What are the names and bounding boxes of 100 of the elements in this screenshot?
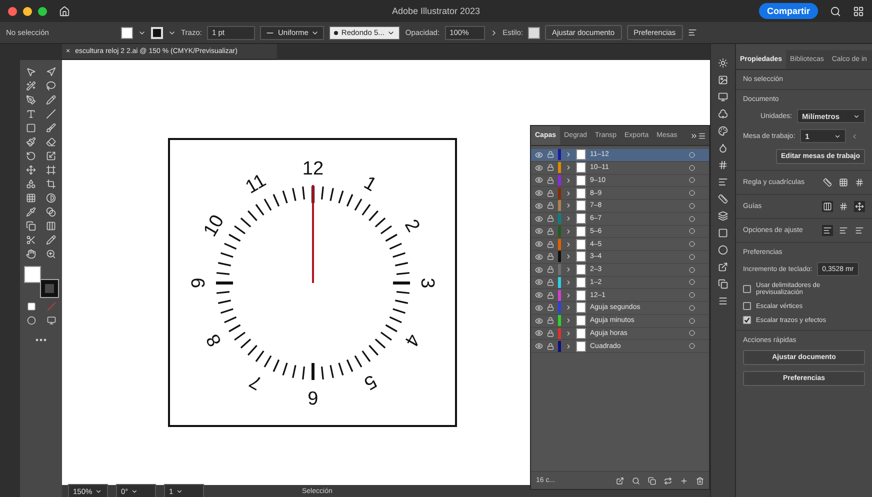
clock-numeral: 10 [200, 212, 229, 240]
layer-thumbnail [576, 226, 586, 237]
target-circle-icon[interactable] [689, 318, 695, 324]
grid-icon[interactable] [718, 160, 728, 170]
clock-numeral: 5 [360, 370, 380, 394]
target-circle-icon[interactable] [689, 292, 695, 298]
checkbox[interactable] [743, 316, 751, 324]
lock-icon[interactable] [547, 330, 554, 337]
lock-icon[interactable] [547, 215, 554, 222]
eye-icon[interactable] [535, 214, 543, 223]
copy-icon[interactable] [648, 476, 656, 484]
eye-icon[interactable] [535, 202, 543, 210]
layers-icon[interactable] [718, 211, 728, 221]
fill-swatch[interactable] [24, 266, 41, 283]
eye-icon[interactable] [535, 342, 543, 350]
search-icon[interactable] [830, 6, 841, 16]
caret-icon [834, 132, 842, 140]
circle-icon[interactable] [718, 245, 728, 255]
eye-icon[interactable] [535, 278, 543, 286]
target-circle-icon[interactable] [689, 266, 695, 273]
home-icon[interactable] [59, 6, 70, 16]
eye-icon[interactable] [535, 252, 543, 261]
style-swatch[interactable] [528, 26, 540, 38]
eye-icon[interactable] [535, 316, 543, 325]
layer-thumbnail [576, 264, 586, 276]
expand-icon[interactable] [690, 132, 698, 140]
target-circle-icon[interactable] [689, 164, 695, 171]
sun-icon[interactable] [718, 58, 728, 68]
ruler-icon[interactable] [718, 194, 728, 204]
eye-icon[interactable] [535, 176, 543, 184]
fill-swatch[interactable] [121, 26, 133, 38]
share-button[interactable]: Compartir [758, 3, 818, 19]
layer-thumbnail [576, 174, 586, 186]
ruler-icon[interactable] [822, 177, 833, 188]
grid-icon[interactable] [838, 177, 849, 188]
dot-icon [334, 30, 338, 34]
lock-icon[interactable] [547, 176, 554, 184]
target-circle-icon[interactable] [689, 177, 695, 184]
lock-icon[interactable] [547, 292, 554, 299]
align-icon[interactable] [718, 177, 728, 187]
lock-icon[interactable] [547, 278, 554, 286]
target-circle-icon[interactable] [689, 228, 695, 234]
target-circle-icon[interactable] [689, 216, 695, 222]
align-icon[interactable] [688, 28, 697, 37]
club-icon[interactable] [718, 109, 728, 119]
menu-icon[interactable] [698, 132, 706, 140]
monitor-icon[interactable] [718, 92, 728, 102]
eye-icon[interactable] [535, 164, 543, 172]
export-icon[interactable] [616, 476, 624, 484]
checkbox[interactable] [743, 302, 751, 310]
search-icon[interactable] [632, 476, 640, 484]
lock-icon[interactable] [547, 304, 554, 312]
target-circle-icon[interactable] [689, 241, 695, 248]
menu-icon[interactable] [718, 296, 728, 306]
palette-icon[interactable] [718, 126, 728, 136]
eye-icon[interactable] [535, 240, 543, 248]
previous-icon[interactable] [851, 132, 858, 140]
layer-thumbnail [576, 238, 586, 250]
target-circle-icon[interactable] [689, 152, 695, 158]
target-circle-icon[interactable] [689, 343, 695, 350]
target-circle-icon[interactable] [689, 254, 695, 260]
lock-icon[interactable] [547, 266, 554, 274]
lock-icon[interactable] [547, 190, 554, 197]
target-circle-icon[interactable] [689, 202, 695, 209]
zoom-window-button[interactable] [38, 6, 47, 16]
caret-icon [131, 488, 138, 494]
layout-icon[interactable] [853, 6, 864, 16]
eye-icon[interactable] [535, 189, 543, 198]
export-icon[interactable] [718, 262, 728, 272]
eye-icon[interactable] [535, 329, 543, 338]
copy-icon[interactable] [718, 279, 728, 289]
image-icon[interactable] [718, 75, 728, 85]
close-window-button[interactable] [8, 6, 17, 16]
eye-icon[interactable] [535, 227, 543, 236]
target-circle-icon[interactable] [689, 330, 695, 336]
pixel-grid-icon[interactable] [854, 177, 865, 188]
trash-icon[interactable] [696, 476, 704, 484]
lock-icon[interactable] [547, 202, 554, 210]
target-circle-icon[interactable] [689, 304, 695, 311]
lock-icon[interactable] [547, 228, 554, 235]
eye-icon[interactable] [535, 150, 543, 159]
lock-icon[interactable] [547, 253, 554, 260]
lock-icon[interactable] [547, 342, 554, 350]
lock-icon[interactable] [547, 151, 554, 158]
droplet-icon[interactable] [718, 143, 728, 153]
lock-icon[interactable] [547, 317, 554, 324]
eye-icon[interactable] [535, 291, 543, 300]
lock-icon[interactable] [547, 240, 554, 248]
stroke-swatch[interactable] [41, 280, 58, 297]
lock-icon[interactable] [547, 164, 554, 172]
new-layer-icon[interactable] [680, 476, 688, 484]
target-circle-icon[interactable] [689, 190, 695, 196]
clock-numeral: 8 [202, 330, 226, 350]
layer-thumbnail [576, 188, 586, 199]
minimize-window-button[interactable] [23, 6, 32, 16]
eye-icon[interactable] [535, 266, 543, 274]
square-icon[interactable] [718, 228, 728, 238]
checkbox[interactable] [743, 285, 751, 293]
eye-icon[interactable] [535, 304, 543, 312]
target-circle-icon[interactable] [689, 279, 695, 286]
